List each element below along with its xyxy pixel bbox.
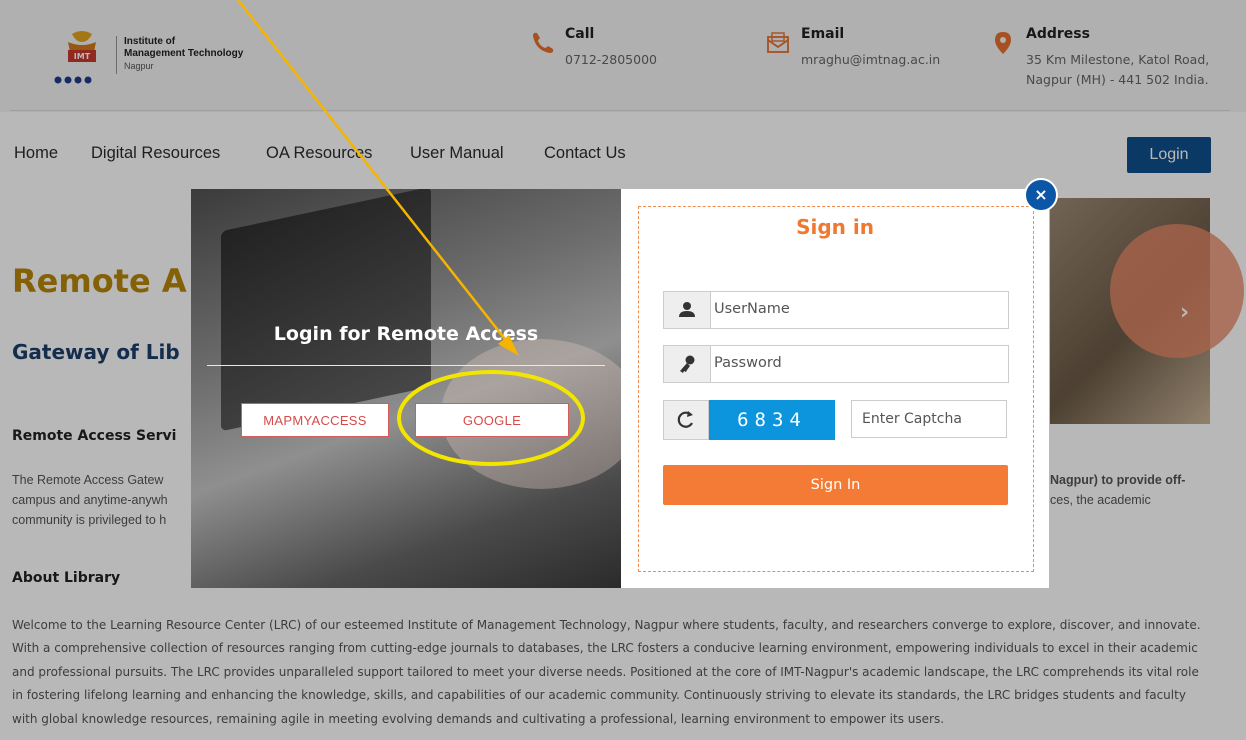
- user-icon: [664, 292, 711, 328]
- sign-in-panel: Sign in UserName 6834 Enter Captcha Sign…: [621, 189, 1049, 588]
- background-laptop-image: [221, 189, 431, 432]
- captcha-code: 6834: [709, 400, 835, 440]
- close-modal-button[interactable]: ×: [1024, 178, 1058, 212]
- password-field: [663, 345, 1009, 383]
- refresh-captcha-icon[interactable]: [663, 400, 709, 440]
- captcha-input[interactable]: [851, 400, 1007, 438]
- username-field: [663, 291, 1009, 329]
- remote-access-title: Login for Remote Access: [273, 323, 539, 345]
- mapmyaccess-button[interactable]: MAPMYACCESS: [241, 403, 389, 437]
- captcha-row: 6834: [663, 400, 1007, 440]
- key-icon: [664, 346, 711, 382]
- sign-in-button[interactable]: Sign In: [663, 465, 1008, 505]
- remote-access-divider: [207, 365, 605, 366]
- remote-access-panel: Login for Remote Access MAPMYACCESS GOOG…: [191, 189, 621, 588]
- page: IMT Institute of Management Technology N…: [0, 0, 1246, 740]
- google-login-button[interactable]: GOOGLE: [415, 403, 569, 437]
- username-input[interactable]: [714, 292, 1000, 326]
- sign-in-title: Sign in: [796, 215, 874, 239]
- password-input[interactable]: [714, 346, 1000, 380]
- sign-in-dashed-border: [638, 206, 1034, 572]
